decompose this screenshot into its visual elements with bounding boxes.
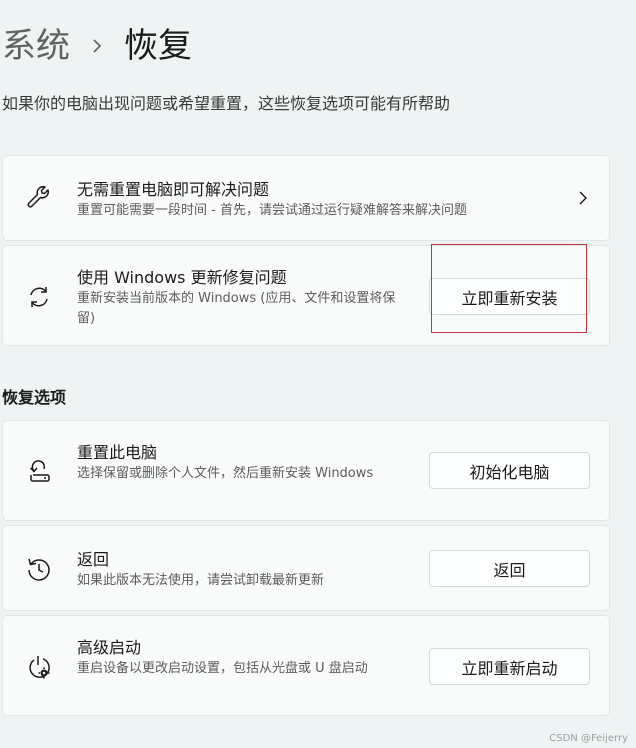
troubleshoot-title: 无需重置电脑即可解决问题 (77, 180, 270, 199)
breadcrumb: 系统 恢复 (2, 22, 192, 70)
advanced-startup-title: 高级启动 (77, 638, 142, 657)
reset-pc-description: 选择保留或删除个人文件，然后重新安装 Windows (77, 466, 374, 481)
windows-update-fix-description: 重新安装当前版本的 Windows (应用、文件和设置将保留) (77, 291, 396, 326)
go-back-button[interactable]: 返回 (429, 550, 590, 587)
advanced-startup-card: 高级启动 重启设备以更改启动设置，包括从光盘或 U 盘启动 立即重新启动 (2, 615, 610, 716)
windows-update-fix-card: 使用 Windows 更新修复问题 重新安装当前版本的 Windows (应用、… (2, 245, 610, 346)
watermark: CSDN @Feijerry (549, 733, 628, 744)
reinstall-now-button[interactable]: 立即重新安装 (429, 278, 590, 315)
go-back-card: 返回 如果此版本无法使用，请尝试卸载最新更新 返回 (2, 525, 610, 611)
reset-pc-button[interactable]: 初始化电脑 (429, 452, 590, 489)
history-icon (23, 553, 55, 585)
reset-pc-title: 重置此电脑 (77, 443, 158, 462)
wrench-icon (23, 183, 55, 215)
breadcrumb-parent-system[interactable]: 系统 (2, 22, 70, 70)
sync-icon (23, 281, 55, 313)
advanced-startup-icon (23, 652, 55, 684)
go-back-title: 返回 (77, 550, 110, 569)
chevron-right-icon (575, 190, 591, 206)
troubleshoot-card[interactable]: 无需重置电脑即可解决问题 重置可能需要一段时间 - 首先，请尝试通过运行疑难解答… (2, 155, 610, 241)
advanced-startup-description: 重启设备以更改启动设置，包括从光盘或 U 盘启动 (77, 661, 368, 676)
page-subtitle: 如果你的电脑出现问题或希望重置，这些恢复选项可能有所帮助 (2, 94, 451, 113)
restart-now-button[interactable]: 立即重新启动 (429, 648, 590, 685)
troubleshoot-description: 重置可能需要一段时间 - 首先，请尝试通过运行疑难解答来解决问题 (77, 203, 467, 218)
reset-pc-card: 重置此电脑 选择保留或删除个人文件，然后重新安装 Windows 初始化电脑 (2, 420, 610, 521)
chevron-right-icon (70, 38, 124, 54)
windows-update-fix-title: 使用 Windows 更新修复问题 (77, 268, 287, 287)
recovery-options-heading: 恢复选项 (2, 388, 67, 407)
reset-pc-icon (23, 456, 55, 488)
page-title: 恢复 (124, 26, 192, 66)
go-back-description: 如果此版本无法使用，请尝试卸载最新更新 (77, 573, 325, 588)
